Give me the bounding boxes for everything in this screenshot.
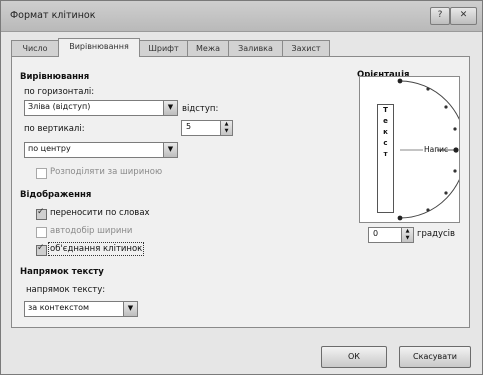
horizontal-align-value: Зліва (відступ) (28, 102, 91, 111)
distribute-label: Розподіляти за шириною (50, 167, 163, 177)
tab-protection[interactable]: Захист (282, 40, 330, 56)
indent-value: 5 (186, 122, 192, 131)
merge-cells-label: об'єднання клітинок (47, 242, 145, 256)
spinner-arrows-icon[interactable]: ▲ ▼ (401, 228, 413, 242)
display-section-heading: Відображення (20, 190, 92, 200)
shrink-to-fit-checkbox[interactable] (36, 227, 47, 238)
tab-number[interactable]: Число (11, 40, 59, 56)
wrap-text-label: переносити по словах (50, 208, 150, 218)
inscription-label: Напис (424, 145, 449, 154)
vertical-align-value: по центру (28, 144, 71, 153)
chevron-down-icon[interactable]: ▼ (163, 143, 177, 157)
cancel-button[interactable]: Скасувати (399, 346, 471, 368)
distribute-checkbox[interactable] (36, 168, 47, 179)
indent-label: відступ: (182, 104, 219, 114)
merge-cells-checkbox[interactable] (36, 243, 47, 256)
tab-alignment[interactable]: Вирівнювання (58, 38, 140, 57)
alignment-panel: Вирівнювання по горизонталі: Зліва (відс… (11, 56, 470, 328)
text-direction-select[interactable]: за контекстом ▼ (24, 301, 138, 317)
tab-border[interactable]: Межа (187, 40, 229, 56)
horizontal-label: по горизонталі: (24, 87, 95, 97)
title-bar: Формат клітинок ? ✕ (1, 1, 482, 32)
degrees-value: 0 (373, 229, 379, 238)
format-cells-dialog: Формат клітинок ? ✕ Число Вирівнювання Ш… (0, 0, 483, 375)
wrap-text-checkbox[interactable] (36, 207, 47, 220)
direction-label: напрямок тексту: (26, 285, 106, 295)
orientation-dial[interactable]: Т е к с т Напис (359, 76, 460, 223)
tab-fill[interactable]: Заливка (228, 40, 283, 56)
degrees-spinner[interactable]: 0 ▲ ▼ (368, 227, 414, 243)
spinner-arrows-icon[interactable]: ▲ ▼ (220, 121, 232, 135)
chevron-down-icon[interactable]: ▼ (163, 101, 177, 115)
direction-section-heading: Напрямок тексту (20, 267, 104, 277)
help-button[interactable]: ? (430, 7, 450, 25)
horizontal-align-select[interactable]: Зліва (відступ) ▼ (24, 100, 178, 116)
window-title: Формат клітинок (10, 10, 96, 21)
tab-font[interactable]: Шрифт (139, 40, 188, 56)
vertical-align-select[interactable]: по центру ▼ (24, 142, 178, 158)
shrink-to-fit-label: автодобір ширини (50, 226, 133, 236)
close-button[interactable]: ✕ (450, 7, 477, 25)
ok-button[interactable]: ОК (321, 346, 387, 368)
alignment-section-heading: Вирівнювання (20, 72, 90, 82)
indent-spinner[interactable]: 5 ▲ ▼ (181, 120, 233, 136)
vertical-label: по вертикалі: (24, 124, 85, 134)
text-direction-value: за контекстом (28, 303, 90, 312)
chevron-down-icon[interactable]: ▼ (123, 302, 137, 316)
degrees-label: градусів (417, 229, 456, 239)
